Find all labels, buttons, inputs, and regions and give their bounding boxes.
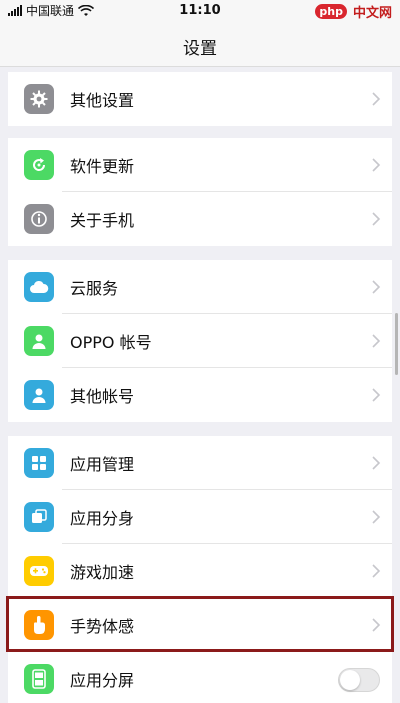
grid-icon — [24, 448, 54, 478]
settings-row-split-screen[interactable]: 应用分屏 — [8, 652, 392, 703]
settings-row-label: 应用管理 — [70, 455, 135, 474]
clone-icon — [24, 502, 54, 532]
toggle-knob — [340, 670, 360, 690]
settings-group-apps: 应用管理 应用分身 游戏加速 手势体感 应用分屏 — [8, 436, 392, 703]
chevron-right-icon — [372, 456, 381, 470]
settings-row-label: 手势体感 — [70, 617, 135, 636]
user-icon — [24, 380, 54, 410]
settings-row-app-clone[interactable]: 应用分身 — [8, 490, 392, 544]
scrollbar[interactable] — [395, 313, 398, 375]
settings-row-label: 其他设置 — [70, 91, 135, 110]
chevron-right-icon — [372, 280, 381, 294]
settings-row-label: 其他帐号 — [70, 387, 135, 406]
settings-row-label: OPPO 帐号 — [70, 333, 152, 352]
navigation-bar: 设置 — [0, 22, 400, 67]
settings-group-accounts: 云服务 OPPO 帐号 其他帐号 — [8, 260, 392, 422]
settings-row-game-acceleration[interactable]: 游戏加速 — [8, 544, 392, 598]
settings-row-label: 游戏加速 — [70, 563, 135, 582]
status-bar: 中国联通 11:10 php 中文网 — [0, 0, 400, 22]
refresh-icon — [24, 150, 54, 180]
chevron-right-icon — [372, 212, 381, 226]
watermark-cn: 中文网 — [352, 6, 392, 21]
settings-row-about-phone[interactable]: 关于手机 — [8, 192, 392, 246]
settings-row-app-management[interactable]: 应用管理 — [8, 436, 392, 490]
watermark-php: php — [315, 4, 347, 19]
chevron-right-icon — [372, 510, 381, 524]
settings-group-system: 软件更新 关于手机 — [8, 138, 392, 246]
chevron-right-icon — [372, 158, 381, 172]
chevron-right-icon — [372, 618, 381, 632]
settings-row-other-accounts[interactable]: 其他帐号 — [8, 368, 392, 422]
chevron-right-icon — [372, 564, 381, 578]
split-screen-toggle[interactable] — [338, 668, 380, 692]
settings-row-oppo-account[interactable]: OPPO 帐号 — [8, 314, 392, 368]
cloud-icon — [24, 272, 54, 302]
chevron-right-icon — [372, 388, 381, 402]
settings-row-gesture-motion[interactable]: 手势体感 — [8, 598, 392, 652]
settings-row-other-settings[interactable]: 其他设置 — [8, 72, 392, 126]
chevron-right-icon — [372, 92, 381, 106]
settings-row-label: 应用分身 — [70, 509, 135, 528]
settings-row-label: 软件更新 — [70, 157, 135, 176]
watermark: php 中文网 — [315, 2, 392, 21]
settings-row-cloud-service[interactable]: 云服务 — [8, 260, 392, 314]
settings-row-software-update[interactable]: 软件更新 — [8, 138, 392, 192]
page-title: 设置 — [183, 39, 217, 59]
gear-icon — [24, 84, 54, 114]
settings-row-label: 关于手机 — [70, 211, 135, 230]
chevron-right-icon — [372, 334, 381, 348]
hand-icon — [24, 610, 54, 640]
split-screen-icon — [24, 664, 54, 694]
settings-group-general: 其他设置 — [8, 72, 392, 126]
settings-row-label: 云服务 — [70, 279, 119, 298]
info-icon — [24, 204, 54, 234]
gamepad-icon — [24, 556, 54, 586]
user-icon — [24, 326, 54, 356]
settings-row-label: 应用分屏 — [70, 671, 135, 690]
